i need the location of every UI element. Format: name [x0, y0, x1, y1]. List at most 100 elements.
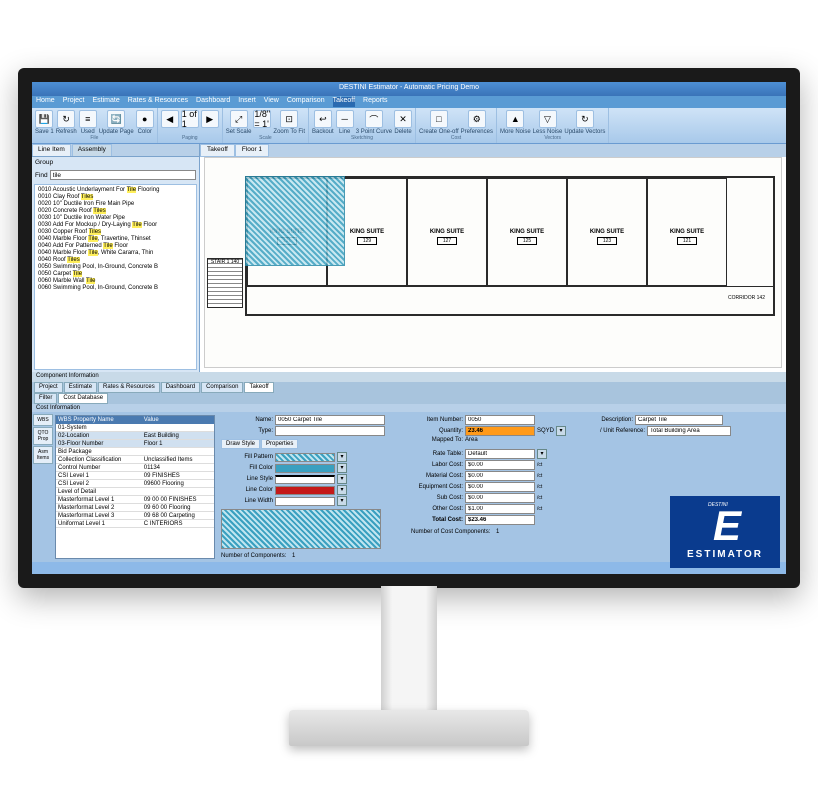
menu-project[interactable]: Project [63, 97, 85, 107]
tree-item[interactable]: 0030 10" Ductile Iron Water Pipe [36, 214, 195, 221]
lower-tab-estimate[interactable]: Estimate [64, 382, 97, 393]
ribbon-preferences-button[interactable]: ⚙ [468, 110, 486, 128]
wbs-row[interactable]: Masterformat Level 309 68 00 Carpeting [56, 512, 214, 520]
lower-tab-dashboard[interactable]: Dashboard [161, 382, 200, 393]
room[interactable]: KING SUITE127 [407, 178, 487, 286]
rate-table-input[interactable] [465, 449, 535, 459]
ribbon-color-button[interactable]: ● [136, 110, 154, 128]
material-cost-input[interactable] [465, 471, 535, 481]
ribbon-delete-button[interactable]: ✕ [394, 110, 412, 128]
type-input[interactable] [275, 426, 385, 436]
lower-tab-comparison[interactable]: Comparison [201, 382, 243, 393]
wbs-row[interactable]: Bid Package [56, 448, 214, 456]
unit-reference-input[interactable] [647, 426, 731, 436]
ribbon-zoom-to-fit-button[interactable]: ⊡ [280, 110, 298, 128]
tab-properties[interactable]: Properties [261, 439, 298, 449]
tab-line-item[interactable]: Line Item [32, 144, 71, 156]
tree-item[interactable]: 0040 Marble Floor Tile, Travertine, Thin… [36, 235, 195, 242]
wbs-grid[interactable]: WBS Property NameValue01-System02-Locati… [55, 415, 215, 559]
wbs-row[interactable]: Masterformat Level 109 00 00 FINISHES [56, 496, 214, 504]
chevron-down-icon[interactable]: ▾ [337, 463, 347, 473]
description-input[interactable] [635, 415, 723, 425]
fill-color-swatch[interactable] [275, 464, 335, 473]
ribbon---button[interactable]: ◀ [161, 110, 179, 128]
tab-cost-database[interactable]: Cost Database [58, 393, 108, 404]
tree-item[interactable]: 0040 Roof Tiles [36, 256, 195, 263]
menu-estimate[interactable]: Estimate [92, 97, 119, 107]
equipment-cost-input[interactable] [465, 482, 535, 492]
ribbon-create-one-off-button[interactable]: □ [430, 110, 448, 128]
floor-plan[interactable]: KING SUITE131KING SUITE129KING SUITE127K… [204, 157, 782, 368]
line-width-swatch[interactable] [275, 497, 335, 506]
tree-item[interactable]: 0030 Add For Mockup / Dry-Laying Tile Fl… [36, 221, 195, 228]
chevron-down-icon[interactable]: ▾ [337, 485, 347, 495]
chevron-down-icon[interactable]: ▾ [337, 452, 347, 462]
tree-item[interactable]: 0010 Acoustic Underlayment For Tile Floo… [36, 186, 195, 193]
item-number-input[interactable] [465, 415, 535, 425]
lower-tab-takeoff[interactable]: Takeoff [244, 382, 273, 393]
ribbon-backout-button[interactable]: ↩ [314, 110, 332, 128]
side-btn-qto-prop[interactable]: QTO Prop [33, 427, 53, 445]
name-input[interactable] [275, 415, 385, 425]
room[interactable]: KING SUITE121 [647, 178, 727, 286]
tab-takeoff[interactable]: Takeoff [200, 144, 235, 157]
menu-insert[interactable]: Insert [238, 97, 256, 107]
room[interactable]: KING SUITE125 [487, 178, 567, 286]
wbs-row[interactable]: Control Number01134 [56, 464, 214, 472]
wbs-row[interactable]: Masterformat Level 209 60 00 Flooring [56, 504, 214, 512]
takeoff-area[interactable] [245, 176, 345, 266]
ribbon-set-scale-button[interactable]: ⤢ [230, 110, 248, 128]
other-cost-input[interactable] [465, 504, 535, 514]
ribbon-more-noise-button[interactable]: ▲ [506, 110, 524, 128]
wbs-row[interactable]: 02-LocationEast Building [56, 432, 214, 440]
drawing-canvas[interactable]: Takeoff Floor 1 KING SUITE131KING SUITE1… [200, 144, 786, 372]
tree-item[interactable]: 0030 Copper Roof Tiles [36, 228, 195, 235]
tab-filter[interactable]: Filter [34, 393, 57, 404]
tree-item[interactable]: 0060 Marble Wall Tile [36, 277, 195, 284]
ribbon---button[interactable]: ▶ [201, 110, 219, 128]
ribbon-less-noise-button[interactable]: ▽ [539, 110, 557, 128]
line-color-swatch[interactable] [275, 486, 335, 495]
menu-comparison[interactable]: Comparison [287, 97, 325, 107]
wbs-row[interactable]: Level of Detail [56, 488, 214, 496]
wbs-row[interactable]: 03-Floor NumberFloor 1 [56, 440, 214, 448]
side-btn-asm-items[interactable]: Asm Items [33, 446, 53, 464]
lower-tab-project[interactable]: Project [34, 382, 63, 393]
item-tree[interactable]: 0010 Acoustic Underlayment For Tile Floo… [34, 184, 197, 370]
ribbon-1-of-1-button[interactable]: 1 of 1 [181, 110, 199, 128]
line-style-swatch[interactable] [275, 475, 335, 484]
tree-item[interactable]: 0040 Marble Floor Tile, White Cararra, T… [36, 249, 195, 256]
wbs-row[interactable]: CSI Level 109 FINISHES [56, 472, 214, 480]
quantity-input[interactable] [465, 426, 535, 436]
menu-reports[interactable]: Reports [363, 97, 388, 107]
side-btn-wbs[interactable]: WBS [33, 414, 53, 426]
tab-floor1[interactable]: Floor 1 [235, 144, 269, 157]
chevron-down-icon[interactable]: ▾ [537, 449, 547, 459]
tree-item[interactable]: 0020 10" Ductile Iron Fire Main Pipe [36, 200, 195, 207]
ribbon-refresh-button[interactable]: ↻ [57, 110, 75, 128]
ribbon-3-point-curve-button[interactable]: ⌒ [365, 110, 383, 128]
tab-assembly[interactable]: Assembly [72, 144, 112, 156]
menu-view[interactable]: View [264, 97, 279, 107]
lower-tab-rates-resources[interactable]: Rates & Resources [98, 382, 160, 393]
menu-home[interactable]: Home [36, 97, 55, 107]
search-input[interactable] [50, 170, 196, 180]
wbs-row[interactable]: CSI Level 209600 Flooring [56, 480, 214, 488]
room[interactable]: KING SUITE123 [567, 178, 647, 286]
tab-draw-style[interactable]: Draw Style [221, 439, 260, 449]
fill-pattern-swatch[interactable] [275, 453, 335, 462]
tree-item[interactable]: 0010 Clay Roof Tiles [36, 193, 195, 200]
chevron-down-icon[interactable]: ▾ [337, 496, 347, 506]
wbs-row[interactable]: Uniformat Level 1C INTERIORS [56, 520, 214, 528]
chevron-down-icon[interactable]: ▾ [556, 426, 566, 436]
sub-cost-input[interactable] [465, 493, 535, 503]
tree-item[interactable]: 0060 Swimming Pool, In-Ground, Concrete … [36, 284, 195, 291]
ribbon-used-button[interactable]: ≡ [79, 110, 97, 128]
ribbon-save-1-button[interactable]: 💾 [35, 110, 53, 128]
labor-cost-input[interactable] [465, 460, 535, 470]
ribbon-update-vectors-button[interactable]: ↻ [576, 110, 594, 128]
tree-item[interactable]: 0040 Add For Patterned Tile Floor [36, 242, 195, 249]
tree-item[interactable]: 0020 Concrete Roof Tiles [36, 207, 195, 214]
chevron-down-icon[interactable]: ▾ [337, 474, 347, 484]
ribbon-1-8-1--button[interactable]: 1/8" = 1' [253, 110, 271, 128]
